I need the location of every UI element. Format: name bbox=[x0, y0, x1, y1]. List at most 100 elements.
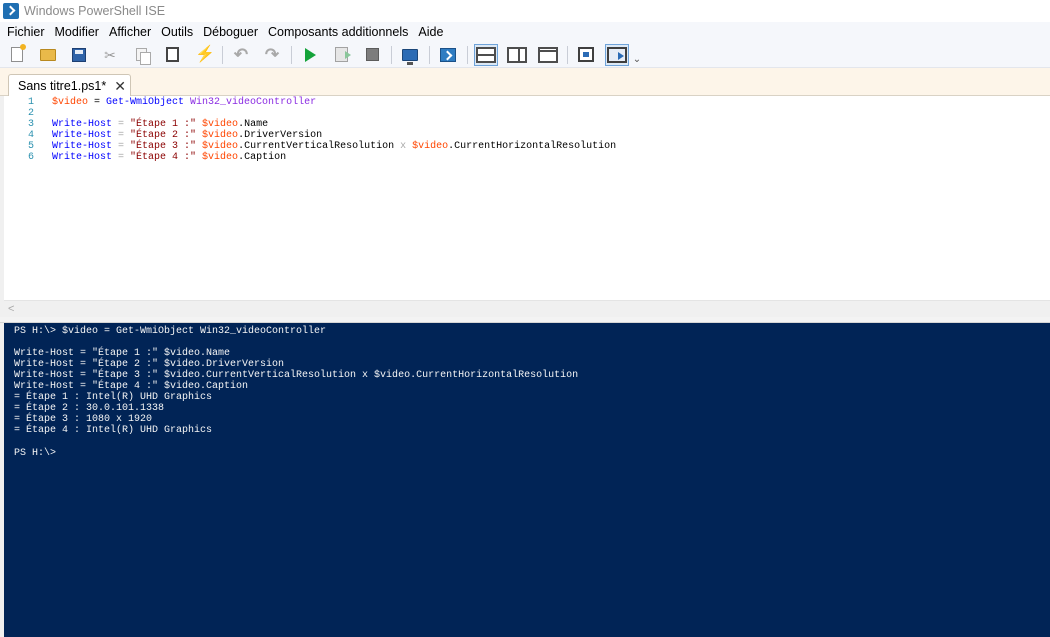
menu-composants[interactable]: Composants additionnels bbox=[263, 25, 413, 39]
close-tab-icon[interactable]: ✕ bbox=[114, 79, 126, 93]
console-line: PS H:\> $video = Get-WmiObject Win32_vid… bbox=[14, 326, 327, 337]
redo-icon: ↷ bbox=[264, 44, 280, 64]
code-token: $video bbox=[52, 97, 89, 108]
line-code: Write-Host = "Étape 3 :" $video.CurrentV… bbox=[52, 141, 616, 152]
start-powershell-button[interactable] bbox=[436, 44, 460, 66]
console-line: = Étape 3 : 1080 x 1920 bbox=[14, 414, 153, 426]
line-code: Write-Host = "Étape 2 :" $video.DriverVe… bbox=[52, 130, 322, 141]
open-icon bbox=[40, 48, 56, 61]
show-script-pane-top-button[interactable] bbox=[474, 43, 498, 66]
show-script-pane-right-button[interactable] bbox=[505, 44, 529, 66]
undo-icon: ↶ bbox=[233, 44, 249, 64]
cut-button[interactable]: ✂ bbox=[98, 44, 122, 66]
redo-button[interactable]: ↷ bbox=[260, 44, 284, 66]
clear-console-icon: ⚡ bbox=[195, 45, 215, 63]
run-selection-button[interactable] bbox=[329, 44, 353, 66]
menu-fichier[interactable]: Fichier bbox=[2, 25, 50, 39]
console-line: Write-Host = "Étape 1 :" $video.Name bbox=[14, 348, 231, 360]
code-token: Write-Host bbox=[52, 130, 113, 141]
menu-modifier[interactable]: Modifier bbox=[50, 25, 104, 39]
line-number: 4 bbox=[27, 130, 34, 141]
show-commands-window-icon bbox=[578, 47, 594, 62]
toolbar: ✂ ⚡ ↶ ↷ ⌄ bbox=[0, 42, 1050, 68]
console-line: Write-Host = "Étape 2 :" $video.DriverVe… bbox=[14, 359, 285, 371]
code-line[interactable]: 2 bbox=[4, 108, 1044, 119]
code-line[interactable]: 3 Write-Host = "Étape 1 :" $video.Name bbox=[4, 119, 1044, 130]
scroll-left-arrow-icon[interactable]: < bbox=[8, 303, 14, 315]
run-script-button[interactable] bbox=[298, 44, 322, 66]
console-line: = Étape 4 : Intel(R) UHD Graphics bbox=[14, 425, 213, 437]
code-token: = bbox=[112, 130, 131, 141]
new-script-button[interactable] bbox=[5, 44, 29, 66]
line-code: Write-Host = "Étape 1 :" $video.Name bbox=[52, 119, 268, 130]
code-token: .Name bbox=[238, 119, 269, 130]
code-token: Write-Host bbox=[52, 141, 113, 152]
line-code: $video = Get-WmiObject Win32_videoContro… bbox=[52, 97, 316, 108]
show-commands-addon-button[interactable] bbox=[605, 43, 629, 66]
code-token: "Étape 1 :" bbox=[130, 119, 197, 130]
title-bar: Windows PowerShell ISE bbox=[0, 0, 1050, 22]
console-pane[interactable]: PS H:\> $video = Get-WmiObject Win32_vid… bbox=[4, 323, 1050, 637]
script-editor[interactable]: 1 $video = Get-WmiObject Win32_videoContr… bbox=[4, 96, 1050, 300]
menu-aide[interactable]: Aide bbox=[413, 25, 448, 39]
line-code: Write-Host = "Étape 4 :" $video.Caption bbox=[52, 152, 286, 163]
toolbar-separator bbox=[567, 45, 568, 64]
script-tab[interactable]: Sans titre1.ps1* ✕ bbox=[8, 74, 131, 97]
new-script-icon bbox=[11, 44, 26, 62]
paste-button[interactable] bbox=[160, 44, 184, 66]
console-line: = Étape 1 : Intel(R) UHD Graphics bbox=[14, 392, 213, 404]
show-commands-window-button[interactable] bbox=[574, 44, 598, 66]
show-script-pane-maximized-button[interactable] bbox=[536, 44, 560, 66]
editor-horizontal-scrollbar[interactable]: < bbox=[4, 300, 1050, 317]
code-token: .Caption bbox=[238, 152, 287, 163]
new-remote-tab-icon bbox=[402, 48, 418, 65]
console-line: PS H:\> bbox=[14, 447, 57, 459]
new-remote-tab-button[interactable] bbox=[398, 44, 422, 66]
window-title: Windows PowerShell ISE bbox=[24, 4, 166, 18]
code-line[interactable]: 5 Write-Host = "Étape 3 :" $video.Current… bbox=[4, 141, 1044, 152]
code-line[interactable]: 6 Write-Host = "Étape 4 :" $video.Caption bbox=[4, 152, 1044, 163]
copy-icon bbox=[135, 48, 151, 65]
start-powershell-icon bbox=[440, 47, 456, 62]
line-number: 1 bbox=[27, 97, 34, 108]
code-token: = bbox=[112, 119, 131, 130]
toolbar-separator bbox=[391, 45, 392, 64]
run-script-icon bbox=[304, 47, 316, 62]
toolbar-separator bbox=[291, 45, 292, 64]
toolbar-overflow-button[interactable]: ⌄ bbox=[632, 44, 642, 66]
toolbar-separator bbox=[429, 45, 430, 64]
save-icon bbox=[72, 47, 86, 62]
undo-button[interactable]: ↶ bbox=[229, 44, 253, 66]
copy-button[interactable] bbox=[129, 44, 153, 66]
code-token: x bbox=[394, 141, 413, 152]
menu-bar: Fichier Modifier Afficher Outils Débogue… bbox=[0, 22, 1050, 42]
code-token: $video bbox=[196, 130, 239, 141]
console-line: Write-Host = "Étape 3 :" $video.CurrentV… bbox=[14, 370, 579, 382]
open-button[interactable] bbox=[36, 44, 60, 66]
code-token: = bbox=[112, 141, 131, 152]
paste-icon bbox=[165, 47, 179, 62]
code-token: $video bbox=[196, 152, 239, 163]
stop-icon bbox=[365, 48, 379, 61]
code-token: .CurrentVerticalResolution bbox=[238, 141, 395, 152]
code-token: .DriverVersion bbox=[238, 130, 323, 141]
menu-afficher[interactable]: Afficher bbox=[104, 25, 156, 39]
code-token: $video bbox=[196, 119, 239, 130]
code-line[interactable]: 1 $video = Get-WmiObject Win32_videoContr… bbox=[4, 97, 1044, 108]
console-line: = Étape 2 : 30.0.101.1338 bbox=[14, 403, 165, 415]
toolbar-separator bbox=[467, 45, 468, 64]
code-line[interactable]: 4 Write-Host = "Étape 2 :" $video.DriverV… bbox=[4, 130, 1044, 141]
toolbar-separator bbox=[222, 45, 223, 64]
code-token: Write-Host bbox=[52, 119, 113, 130]
menu-deboguer[interactable]: Déboguer bbox=[198, 25, 263, 39]
code-token: = bbox=[112, 152, 131, 163]
code-token: = bbox=[88, 97, 107, 108]
clear-console-button[interactable]: ⚡ bbox=[191, 44, 215, 66]
code-token: Win32_videoController bbox=[184, 97, 317, 108]
line-number: 3 bbox=[27, 119, 34, 130]
menu-outils[interactable]: Outils bbox=[156, 25, 198, 39]
line-number: 6 bbox=[27, 152, 34, 163]
stop-button[interactable] bbox=[360, 44, 384, 66]
save-button[interactable] bbox=[67, 44, 91, 66]
code-token: .CurrentHorizontalResolution bbox=[448, 141, 617, 152]
